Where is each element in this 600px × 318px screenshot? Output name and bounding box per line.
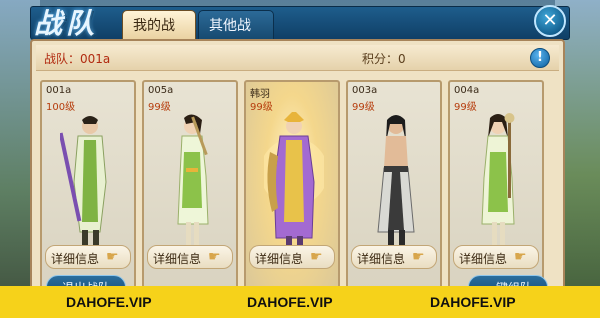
watermark-text: DAHOFE.VIP: [430, 294, 516, 310]
hero-figure: [377, 115, 415, 246]
detail-button-label: 详细信息: [51, 252, 100, 266]
detail-button-label: 详细信息: [153, 252, 202, 266]
hero-figure: [177, 114, 209, 246]
team-logo-title: 战队: [34, 7, 99, 40]
hero-detail-button[interactable]: 详细信息 ☛: [351, 245, 437, 269]
hero-figure: [264, 112, 324, 248]
tab-other-teams[interactable]: 其他战队: [198, 10, 274, 64]
hero-name: 001a: [46, 85, 72, 96]
hero-card[interactable]: 004a 99级 详细信息 ☛: [448, 80, 544, 306]
close-icon: ✕: [542, 10, 558, 31]
hero-detail-button[interactable]: 详细信息 ☛: [147, 245, 233, 269]
team-name-label: 战队：001a: [44, 52, 111, 66]
hero-level: 99级: [454, 102, 477, 113]
hero-level: 100级: [46, 102, 76, 113]
hero-card[interactable]: 005a 99级 详细信息 ☛: [142, 80, 238, 306]
team-info-bar: 战队：001a 积分：0 !: [36, 45, 559, 71]
hero-name: 003a: [352, 85, 378, 96]
pointing-hand-icon: ☛: [412, 249, 425, 265]
detail-button-label: 详细信息: [255, 252, 304, 266]
team-panel: 战队：001a 积分：0 ! 001a 100级 详细信息 ☛ 005a 99级: [30, 39, 565, 306]
pointing-hand-icon: ☛: [106, 249, 119, 265]
hero-card[interactable]: 003a 99级 详细信息 ☛: [346, 80, 442, 306]
hero-card[interactable]: 001a 100级 详细信息 ☛: [40, 80, 136, 306]
close-button[interactable]: ✕: [534, 5, 566, 37]
pointing-hand-icon: ☛: [310, 249, 323, 265]
watermark-text: DAHOFE.VIP: [66, 294, 152, 310]
detail-button-label: 详细信息: [459, 252, 508, 266]
pointing-hand-icon: ☛: [208, 249, 221, 265]
watermark-banner: DAHOFE.VIP DAHOFE.VIP DAHOFE.VIP: [0, 286, 600, 318]
hero-name: 005a: [148, 85, 174, 96]
hero-level: 99级: [352, 102, 375, 113]
detail-button-label: 详细信息: [357, 252, 406, 266]
tab-my-team[interactable]: 我的战队: [122, 10, 196, 64]
hero-figure: [481, 113, 515, 246]
info-icon[interactable]: !: [530, 48, 550, 68]
hero-detail-button[interactable]: 详细信息 ☛: [453, 245, 539, 269]
hero-level: 99级: [148, 102, 171, 113]
hero-detail-button[interactable]: 详细信息 ☛: [249, 245, 335, 269]
watermark-text: DAHOFE.VIP: [247, 294, 333, 310]
hero-level: 99级: [250, 102, 273, 113]
hero-name: 004a: [454, 85, 480, 96]
pointing-hand-icon: ☛: [514, 249, 527, 265]
hero-card[interactable]: 韩羽 99级 详细信息 ☛: [244, 80, 340, 306]
hero-detail-button[interactable]: 详细信息 ☛: [45, 245, 131, 269]
hero-figure: [60, 116, 107, 246]
team-score-label: 积分：0: [362, 52, 406, 66]
